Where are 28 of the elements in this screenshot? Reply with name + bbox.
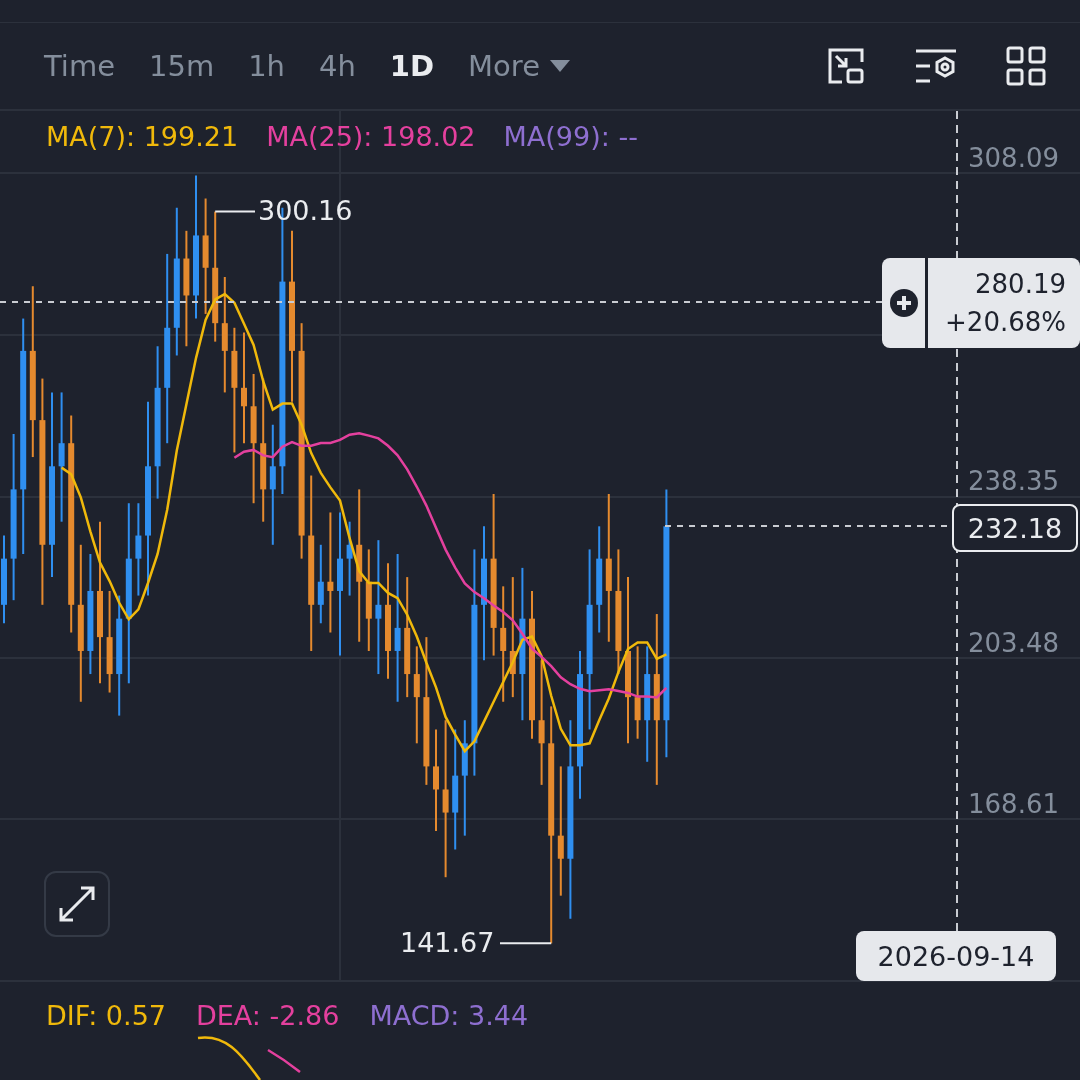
moving-average-legend: MA(25): 198.02	[266, 121, 476, 152]
leader-line	[214, 210, 256, 213]
price-axis-label: 203.48	[968, 626, 1059, 660]
price-axis-label: 168.61	[968, 788, 1059, 821]
interval-tab[interactable]: 15m	[135, 43, 229, 89]
high-price-label: 300.16	[258, 195, 353, 226]
expand-arrows-icon	[57, 884, 97, 924]
macd-legend: DEA: -2.86	[196, 1000, 340, 1031]
crosshair-date-tag: 2026-09-14	[856, 931, 1056, 981]
interval-tab[interactable]: 1h	[234, 43, 299, 89]
price-axis-label: 238.35	[968, 465, 1059, 498]
interval-tab[interactable]: 1D	[375, 43, 449, 89]
macd-legend: DIF: 0.57	[46, 1000, 166, 1031]
plus-circle-icon	[889, 289, 918, 317]
moving-average-legend: MA(99): --	[503, 121, 638, 152]
leader-line	[499, 942, 553, 945]
interval-tab[interactable]: Time	[30, 43, 129, 89]
low-price-label: 141.67	[400, 927, 495, 958]
more-dropdown[interactable]: More	[454, 43, 584, 89]
fullscreen-button[interactable]	[44, 871, 110, 937]
interval-tab[interactable]: 4h	[305, 43, 370, 89]
moving-average-legend: MA(7): 199.21	[46, 121, 239, 152]
last-price-tag: 232.18	[952, 504, 1078, 552]
macd-legend: MACD: 3.44	[369, 1000, 529, 1031]
price-axis-label: 308.09	[968, 142, 1059, 175]
crosshair-change: +20.68%	[945, 306, 1066, 339]
crosshair-price: 280.19	[975, 268, 1066, 301]
caret-icon	[550, 60, 570, 72]
